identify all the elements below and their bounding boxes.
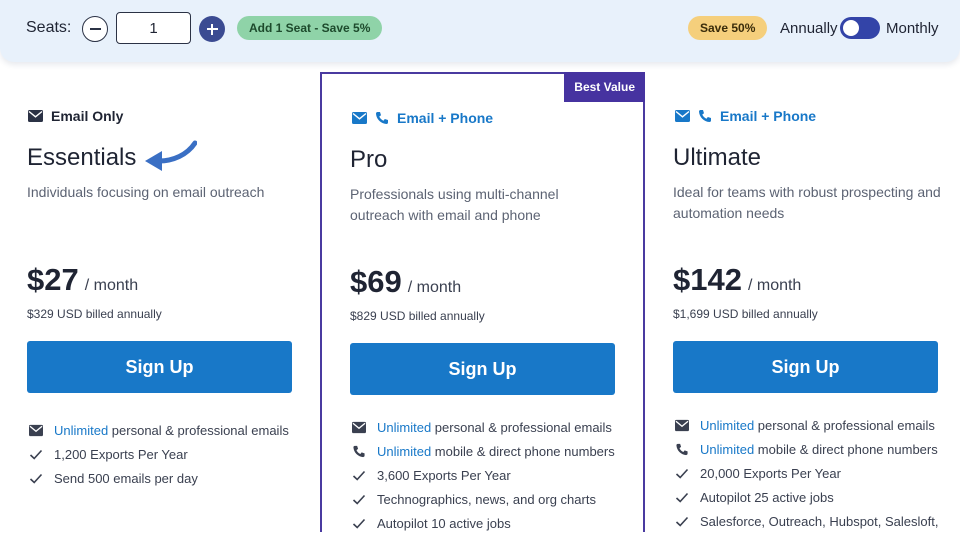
sign-up-button-essentials[interactable]: Sign Up xyxy=(27,341,292,393)
plan-price-row: $69 / month xyxy=(350,264,461,300)
arrow-icon xyxy=(145,140,197,171)
envelope-icon xyxy=(675,110,690,122)
sign-up-button-ultimate[interactable]: Sign Up xyxy=(673,341,938,393)
plan-channel: Email + Phone xyxy=(675,108,816,124)
billing-annually-label[interactable]: Annually xyxy=(780,20,838,37)
envelope-icon xyxy=(29,424,43,436)
feature-item: Autopilot 25 active jobs xyxy=(675,485,938,509)
plan-card-ultimate: Email + Phone Ultimate Ideal for teams w… xyxy=(645,72,960,532)
plan-period: / month xyxy=(84,277,139,294)
check-icon xyxy=(675,516,689,527)
check-icon xyxy=(675,492,689,503)
plan-features-list: Unlimited personal & professional emails… xyxy=(29,418,289,490)
best-value-badge: Best Value xyxy=(564,72,645,102)
plan-billed-annually: $329 USD billed annually xyxy=(27,307,162,321)
check-icon xyxy=(352,518,366,529)
plan-channel: Email + Phone xyxy=(352,110,493,126)
check-icon xyxy=(352,494,366,505)
plan-features-list: Unlimited personal & professional emails… xyxy=(352,415,615,535)
increase-seats-button[interactable] xyxy=(199,16,225,42)
plan-period: / month xyxy=(747,277,802,294)
check-icon xyxy=(29,449,43,460)
phone-icon xyxy=(353,445,365,457)
minus-icon xyxy=(89,28,101,30)
feature-item: Unlimited personal & professional emails xyxy=(29,418,289,442)
plan-billed-annually: $1,699 USD billed annually xyxy=(673,307,818,321)
seats-label: Seats: xyxy=(26,19,72,36)
check-icon xyxy=(29,473,43,484)
sign-up-button-pro[interactable]: Sign Up xyxy=(350,343,615,395)
plan-name: Essentials xyxy=(27,144,137,171)
plan-billed-annually: $829 USD billed annually xyxy=(350,309,485,323)
feature-item: Technographics, news, and org charts xyxy=(352,487,615,511)
envelope-icon xyxy=(352,421,366,433)
plan-description: Individuals focusing on email outreach xyxy=(27,184,265,200)
plan-channel-label: Email Only xyxy=(51,108,124,124)
plan-channel-label: Email + Phone xyxy=(720,108,817,124)
billing-period-toggle[interactable] xyxy=(840,17,880,39)
plan-card-essentials: Email Only Essentials Individuals focusi… xyxy=(0,72,320,532)
plan-card-pro: Best Value Email + Phone Pro Professiona… xyxy=(320,72,645,532)
feature-item: 20,000 Exports Per Year xyxy=(675,461,938,485)
plan-name: Ultimate xyxy=(673,144,762,171)
plan-name: Pro xyxy=(350,146,388,173)
feature-item: 1,200 Exports Per Year xyxy=(29,442,289,466)
seat-count-input[interactable] xyxy=(116,12,191,44)
feature-item: Unlimited personal & professional emails xyxy=(352,415,615,439)
envelope-icon xyxy=(675,419,689,431)
envelope-icon xyxy=(352,112,367,124)
phone-icon xyxy=(376,112,388,124)
plan-channel-label: Email + Phone xyxy=(397,110,494,126)
check-icon xyxy=(352,470,366,481)
plan-price: $142 xyxy=(673,262,742,297)
feature-item: Salesforce, Outreach, Hubspot, Salesloft… xyxy=(675,509,938,533)
plan-period: / month xyxy=(407,279,462,296)
feature-item: Unlimited mobile & direct phone numbers xyxy=(352,439,615,463)
decrease-seats-button[interactable] xyxy=(82,16,108,42)
feature-item: Send 500 emails per day xyxy=(29,466,289,490)
plan-price-row: $142 / month xyxy=(673,262,801,298)
add-seat-discount-badge: Add 1 Seat - Save 5% xyxy=(237,16,383,40)
plan-features-list: Unlimited personal & professional emails… xyxy=(675,413,938,533)
plan-channel: Email Only xyxy=(28,108,123,124)
plan-price-row: $27 / month xyxy=(27,262,138,298)
seats-toolbar: Seats: Add 1 Seat - Save 5% Save 50% Ann… xyxy=(0,0,960,62)
toggle-knob xyxy=(843,20,859,36)
check-icon xyxy=(675,468,689,479)
plan-description: Professionals using multi-channel outrea… xyxy=(350,186,559,223)
plan-price: $69 xyxy=(350,264,402,299)
annual-savings-badge: Save 50% xyxy=(688,16,768,40)
feature-item: Unlimited mobile & direct phone numbers xyxy=(675,437,938,461)
envelope-icon xyxy=(28,110,43,122)
phone-icon xyxy=(699,110,711,122)
billing-monthly-label[interactable]: Monthly xyxy=(886,20,939,37)
plan-price: $27 xyxy=(27,262,79,297)
feature-item: Autopilot 10 active jobs xyxy=(352,511,615,535)
feature-item: 3,600 Exports Per Year xyxy=(352,463,615,487)
feature-item: Unlimited personal & professional emails xyxy=(675,413,938,437)
phone-icon xyxy=(676,443,688,455)
plan-description: Ideal for teams with robust prospecting … xyxy=(673,184,941,221)
